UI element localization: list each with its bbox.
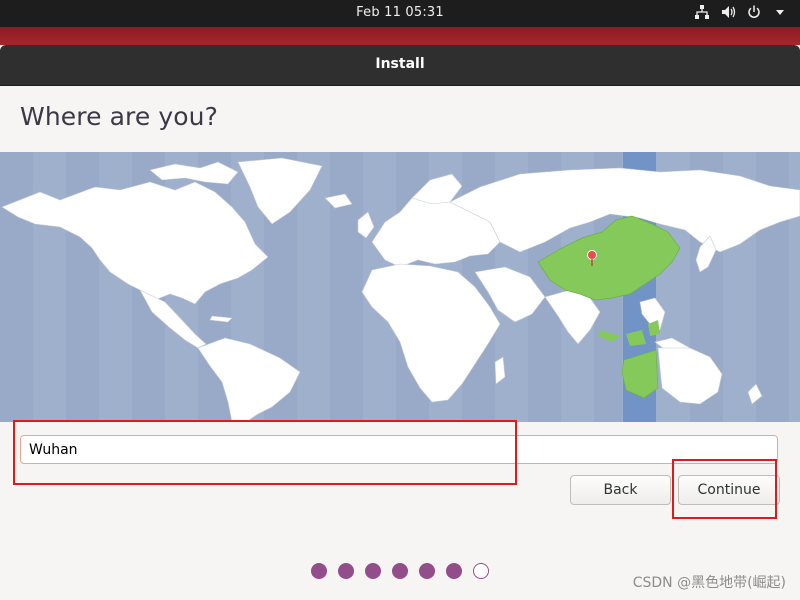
page-title: Where are you? <box>20 102 218 131</box>
progress-dot-current <box>473 563 489 579</box>
system-tray[interactable] <box>694 4 788 20</box>
progress-dot <box>419 563 435 579</box>
power-icon[interactable] <box>746 4 762 20</box>
caret-down-icon[interactable] <box>772 4 788 20</box>
window-titlebar[interactable]: Install <box>0 45 800 86</box>
timezone-map[interactable] <box>0 152 800 422</box>
volume-icon[interactable] <box>720 4 736 20</box>
progress-dot <box>338 563 354 579</box>
desktop-background <box>0 27 800 45</box>
progress-dot <box>365 563 381 579</box>
progress-dot <box>392 563 408 579</box>
location-pin-icon <box>587 250 597 260</box>
progress-indicator <box>311 563 489 579</box>
highlight-box-location <box>13 420 517 485</box>
window-title: Install <box>375 56 425 72</box>
installer-content: Where are you? Wuhan Back Continue CSDN … <box>0 86 800 600</box>
progress-dot <box>446 563 462 579</box>
back-button[interactable]: Back <box>570 475 671 505</box>
progress-dot <box>311 563 327 579</box>
world-map-graphic[interactable] <box>0 152 800 422</box>
watermark: CSDN @黑色地带(崛起) <box>632 575 786 591</box>
highlight-box-continue <box>672 459 777 519</box>
network-wired-icon[interactable] <box>694 4 710 20</box>
clock[interactable]: Feb 11 05:31 <box>0 5 800 20</box>
top-bar: Feb 11 05:31 <box>0 0 800 27</box>
